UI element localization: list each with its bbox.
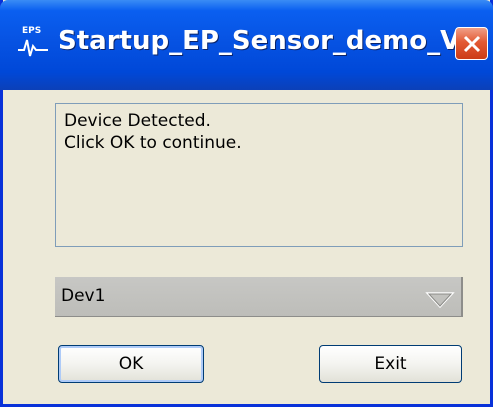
close-button[interactable] [455,27,488,60]
message-line-click-ok: Click OK to continue. [64,133,242,153]
exit-button[interactable]: Exit [319,345,462,383]
eps-waveform-icon: EPS [16,22,50,62]
window-title: Startup_EP_Sensor_demo_V... [58,26,487,56]
startup-dialog: EPS Startup_EP_Sensor_demo_V... Device D… [0,0,493,407]
message-panel: Device Detected. Click OK to continue. [55,103,463,247]
dropdown-arrow-icon[interactable] [425,291,455,313]
close-icon [463,35,481,53]
ok-button[interactable]: OK [58,345,204,383]
message-line-device-detected: Device Detected. [64,111,211,131]
svg-text:EPS: EPS [22,26,41,36]
title-bar[interactable]: EPS Startup_EP_Sensor_demo_V... [0,0,493,90]
dropdown-selected-value: Dev1 [61,286,106,306]
device-dropdown[interactable]: Dev1 [55,277,463,317]
